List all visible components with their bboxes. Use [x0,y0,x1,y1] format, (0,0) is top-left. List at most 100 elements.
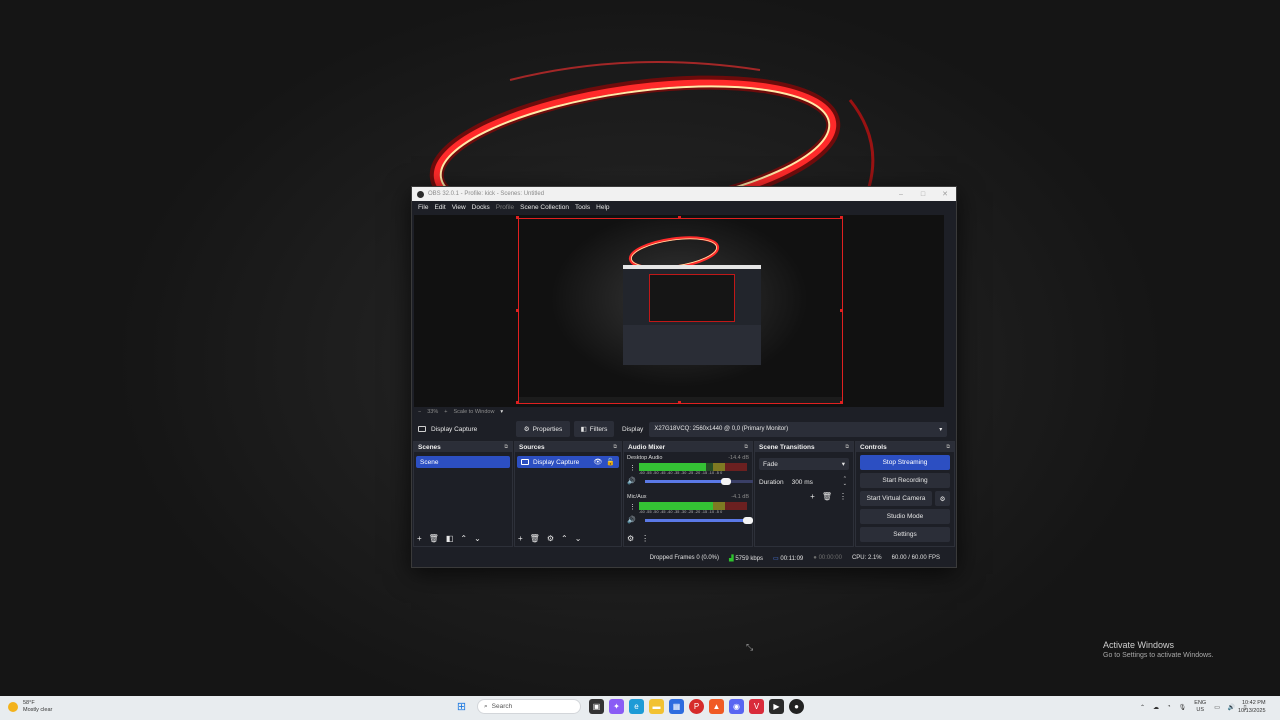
language-indicator[interactable]: ENG US [1194,700,1206,714]
store-icon[interactable]: ▦ [669,699,684,714]
add-icon[interactable]: + [810,492,815,501]
settings-button[interactable]: Settings [860,527,950,542]
spinner-icon[interactable]: ⌃ ⌄ [843,477,847,487]
trash-icon[interactable]: 🗑 [429,534,439,543]
resize-handle[interactable] [840,309,843,312]
move-down-icon[interactable]: ⌄ [474,534,481,543]
weather-widget[interactable]: 58°F Mostly clear [8,700,52,714]
resize-handle[interactable] [840,216,843,219]
volume-slider[interactable] [644,516,753,524]
kebab-menu-icon[interactable]: ⋮ [839,492,847,501]
lock-icon[interactable]: 🔓 [606,458,615,466]
search-icon: ⌕ [484,702,488,710]
copilot-icon[interactable]: ✦ [609,699,624,714]
display-select[interactable]: X27G18VCQ: 2560x1440 @ 0,0 (Primary Moni… [649,421,948,437]
studio-mode-button[interactable]: Studio Mode [860,509,950,524]
menu-profile[interactable]: Profile [493,204,517,211]
stop-streaming-button[interactable]: Stop Streaming [860,455,950,470]
sources-toolbar: + 🗑 ⚙ ⌃ ⌄ [518,534,581,543]
clock[interactable]: 10:42 PM 10/13/2025 [1238,699,1266,715]
brave-icon[interactable]: ▲ [709,699,724,714]
cloud-icon[interactable]: ☁ [1153,704,1159,711]
menu-file[interactable]: File [415,204,431,211]
network-icon[interactable]: ▭ [1214,704,1220,711]
file-explorer-icon[interactable]: ▬ [649,699,664,714]
speaker-icon[interactable]: 🔊 [627,516,636,524]
maximize-button[interactable]: □ [912,191,934,198]
undock-icon[interactable]: ⧉ [613,444,617,450]
zoom-in-button[interactable]: + [444,409,447,415]
trash-icon[interactable]: 🗑 [530,534,540,543]
undock-icon[interactable]: ⧉ [504,444,508,450]
scale-to-window[interactable]: Scale to Window [453,409,494,415]
display-capture-preview[interactable] [518,218,843,404]
volume-knob[interactable] [742,516,753,524]
source-item[interactable]: Display Capture 👁 🔓 [517,456,619,468]
menu-scene-collection[interactable]: Scene Collection [517,204,572,211]
scene-item[interactable]: Scene [416,456,510,468]
edge-icon[interactable]: e [629,699,644,714]
zoom-out-button[interactable]: − [418,409,421,415]
wifi-icon[interactable]: ◔ [1167,704,1171,710]
resize-handle[interactable] [678,401,681,404]
vivaldi-icon[interactable]: V [749,699,764,714]
resize-handle[interactable] [516,216,519,219]
menu-help[interactable]: Help [593,204,612,211]
title-bar[interactable]: OBS 32.0.1 - Profile: kick - Scenes: Unt… [412,187,956,201]
menu-docks[interactable]: Docks [469,204,493,211]
undock-icon[interactable]: ⧉ [845,444,849,450]
duration-input[interactable]: 300 ms ⌃ ⌄ [787,476,849,488]
trash-icon[interactable]: 🗑 [822,492,832,501]
discord-icon[interactable]: ◉ [729,699,744,714]
scenes-dock: Scenes ⧉ Scene + 🗑 ◧ ⌃ ⌄ [413,441,513,547]
preview-canvas[interactable] [414,215,944,407]
windows-start-icon[interactable]: ⊞ [454,699,469,714]
volume-knob[interactable] [720,477,731,485]
resize-handle[interactable] [678,216,681,219]
filter-icon[interactable]: ◧ [446,534,454,543]
kebab-menu-icon[interactable]: ⋮ [629,464,636,472]
virtual-camera-settings-icon[interactable]: ⚙ [935,491,950,506]
add-icon[interactable]: + [518,534,523,543]
resize-handle[interactable] [516,401,519,404]
duration-row: Duration 300 ms ⌃ ⌄ [759,476,849,488]
volume-icon[interactable]: 🔊 [1228,704,1235,711]
eye-icon[interactable]: 👁 [593,458,602,466]
move-down-icon[interactable]: ⌄ [575,534,582,543]
start-recording-button[interactable]: Start Recording [860,473,950,488]
zoom-dropdown-icon[interactable]: ▾ [500,409,503,415]
terminal-icon[interactable]: ▶ [769,699,784,714]
menu-edit[interactable]: Edit [431,204,448,211]
speaker-icon[interactable]: 🔊 [627,477,636,485]
start-virtual-camera-button[interactable]: Start Virtual Camera [860,491,932,506]
transition-select[interactable]: Fade ▾ [759,458,849,470]
channel-name: Desktop Audio [627,455,663,461]
resize-handle[interactable] [516,309,519,312]
weather-moon-icon [8,702,18,712]
filters-button[interactable]: ◧ Filters [574,421,614,437]
advanced-audio-icon[interactable]: ⚙ [627,534,634,543]
properties-button[interactable]: ⚙ Properties [516,421,570,437]
channel-db: -14.4 dB [728,455,749,461]
obs-taskbar-icon[interactable]: ● [789,699,804,714]
undock-icon[interactable]: ⧉ [946,444,950,450]
taskbar-search[interactable]: ⌕ Search [477,699,581,714]
kebab-menu-icon[interactable]: ⋮ [629,503,636,511]
move-up-icon[interactable]: ⌃ [561,534,568,543]
move-up-icon[interactable]: ⌃ [460,534,467,543]
add-icon[interactable]: + [417,534,422,543]
menu-view[interactable]: View [449,204,469,211]
minimize-button[interactable]: – [890,191,912,198]
undock-icon[interactable]: ⧉ [744,444,748,450]
close-button[interactable]: ✕ [934,190,956,198]
duration-label: Duration [759,478,784,486]
kebab-menu-icon[interactable]: ⋮ [641,534,649,543]
chevron-up-icon[interactable]: ⌃ [1140,704,1145,711]
task-view-icon[interactable]: ▣ [589,699,604,714]
menu-tools[interactable]: Tools [572,204,593,211]
resize-handle[interactable] [840,401,843,404]
pinterest-icon[interactable]: P [689,699,704,714]
mic-icon[interactable]: 🎙 [1179,704,1187,711]
volume-slider[interactable] [644,477,753,485]
gear-icon[interactable]: ⚙ [547,534,554,543]
